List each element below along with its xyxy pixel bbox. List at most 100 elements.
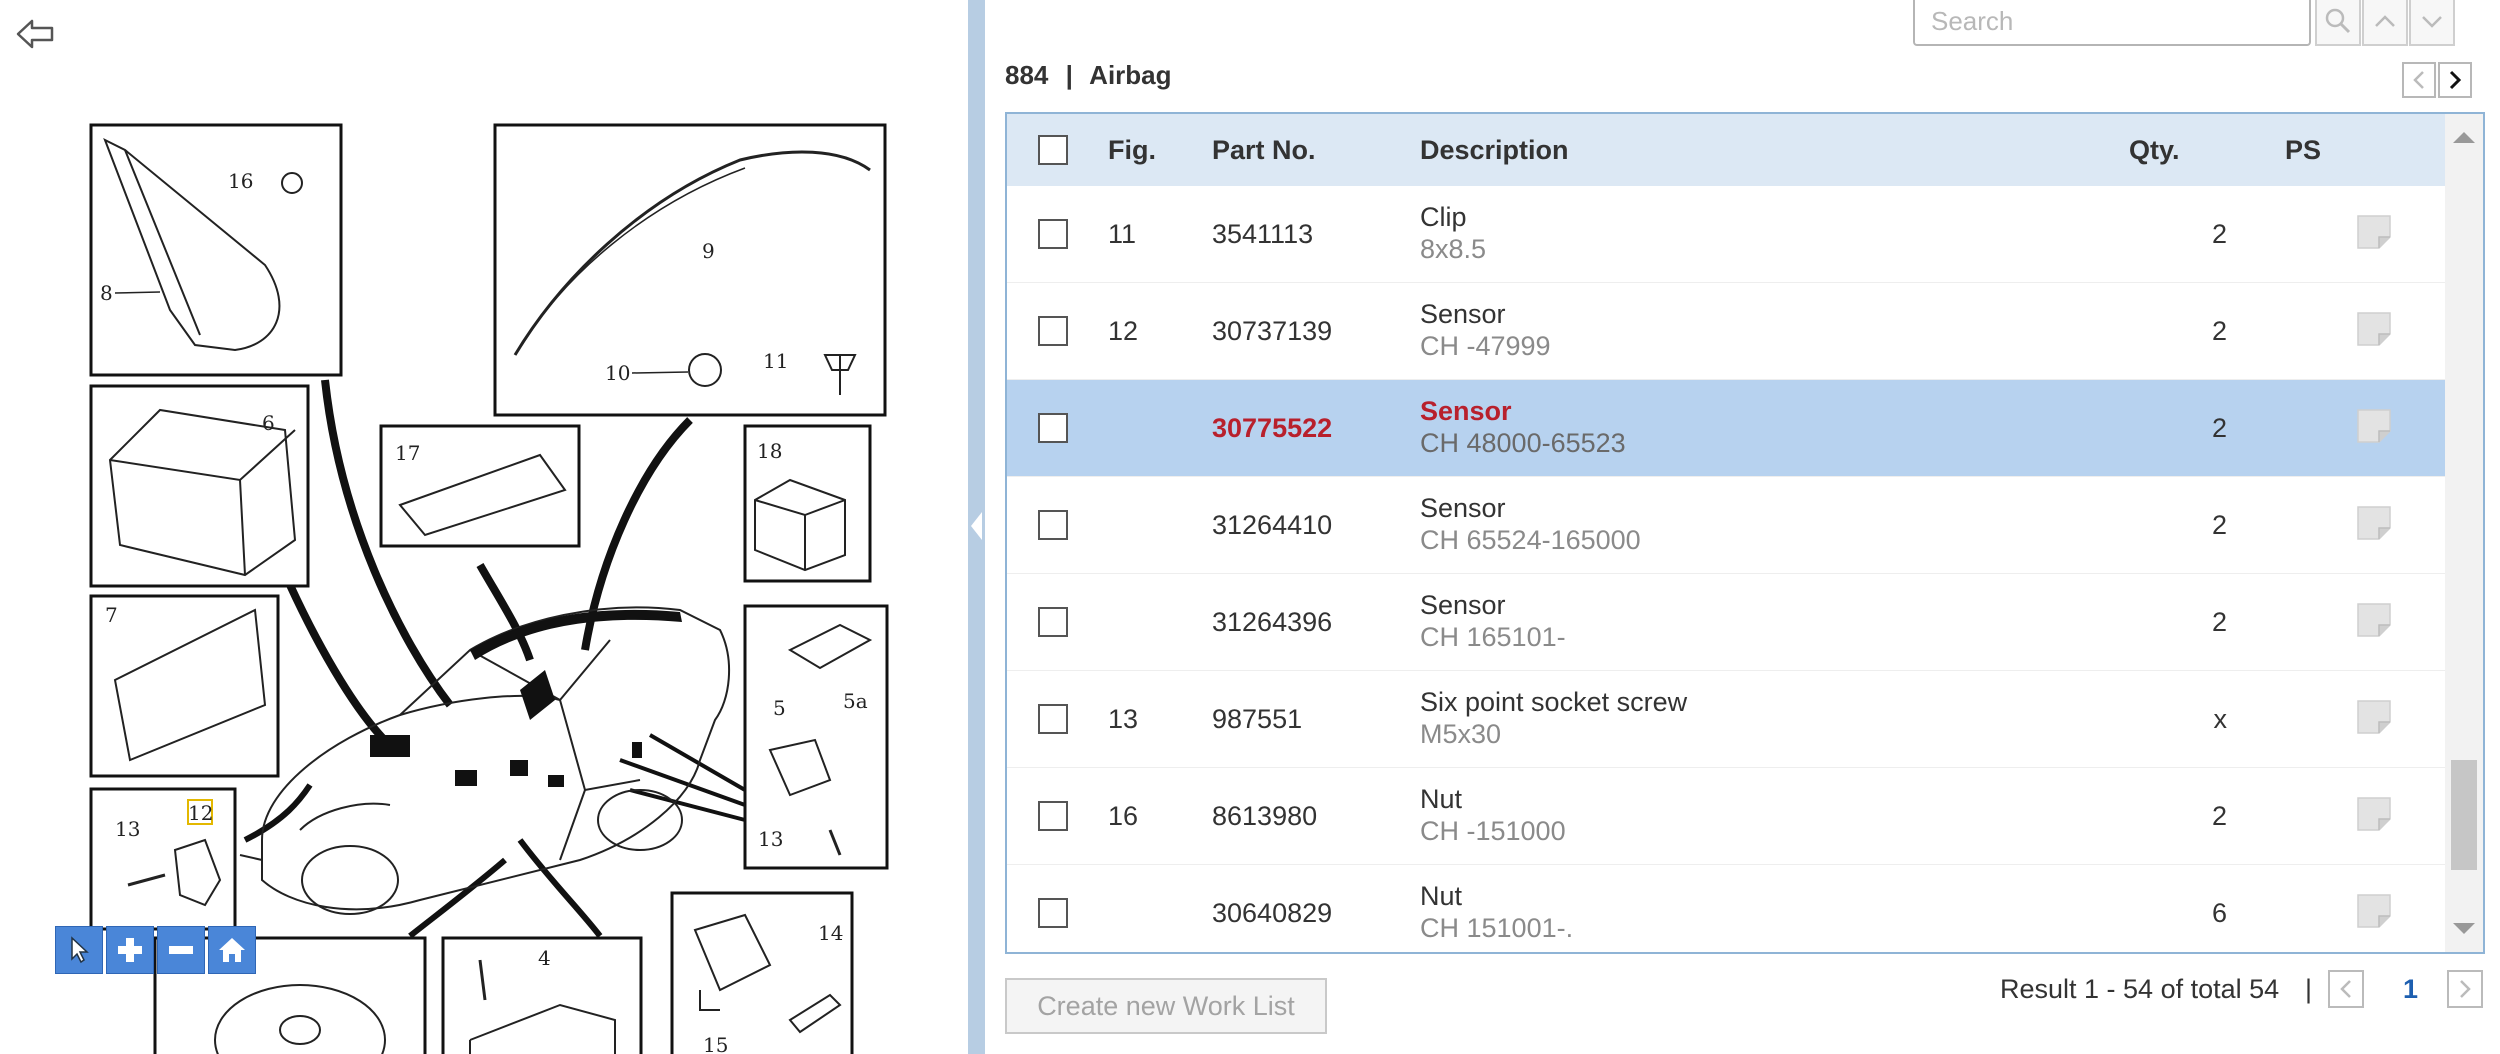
note-icon[interactable] [2355,504,2393,542]
row-checkbox[interactable] [1038,316,1068,346]
chevron-up-icon [2375,15,2395,27]
fig-label-13b: 13 [758,827,783,851]
row-description-detail: CH 165101- [1420,622,1566,652]
row-checkbox[interactable] [1038,704,1068,734]
zoom-out-button[interactable] [157,926,205,974]
fig-label-12: 12 [188,801,213,825]
part-box-6: 6 [89,384,310,588]
previous-page-button[interactable] [2328,970,2364,1008]
table-scrollbar[interactable] [2445,114,2483,952]
search-prev-button[interactable] [2362,0,2408,46]
part-box-8-16: 16 8 [89,123,343,377]
row-qty: 2 [2211,607,2227,637]
note-icon[interactable] [2355,310,2393,348]
title-separator: | [1065,60,1073,90]
row-part-number[interactable]: 30775522 [1212,413,1332,444]
row-description: Sensor [1420,299,1506,329]
table-row[interactable]: 11 3541113 Clip 8x8.5 2 [1007,186,2447,283]
row-part-number[interactable]: 3541113 [1212,219,1313,250]
collapse-left-icon[interactable] [971,512,982,540]
note-icon[interactable] [2355,601,2393,639]
row-part-number[interactable]: 987551 [1212,704,1302,735]
table-row[interactable]: 12 30737139 Sensor CH -47999 2 [1007,283,2447,380]
row-part-number[interactable]: 31264396 [1212,607,1332,638]
column-header-ps[interactable]: PS [2285,114,2321,186]
part-box-7: 7 [89,594,280,778]
row-qty: 2 [2211,510,2227,540]
fig-label-4: 4 [538,946,551,970]
scroll-down-icon[interactable] [2453,923,2475,934]
part-box-14-15: 14 15 [670,891,854,1054]
search-icon [2325,8,2351,34]
table-header: Fig. Part No. Description Qty. PS [1007,114,2447,186]
row-description: Nut [1420,881,1463,911]
table-row[interactable]: 16 8613980 Nut CH -151000 2 [1007,768,2447,865]
row-checkbox[interactable] [1038,219,1068,249]
row-description-detail: M5x30 [1420,719,1502,749]
next-section-button[interactable] [2438,62,2472,98]
row-qty: 2 [2211,413,2227,443]
previous-section-button[interactable] [2402,62,2436,98]
row-description-detail: CH -151000 [1420,816,1566,846]
table-row[interactable]: 30640829 Nut CH 151001-. 6 [1007,865,2447,952]
note-icon[interactable] [2355,213,2393,251]
home-view-button[interactable] [208,926,256,974]
row-checkbox[interactable] [1038,607,1068,637]
row-checkbox[interactable] [1038,413,1068,443]
home-icon [219,938,245,962]
back-button[interactable] [14,16,58,52]
fig-label-5: 5 [773,696,786,720]
part-box-9-10-11: 9 10 11 [493,123,887,417]
note-icon[interactable] [2355,892,2393,930]
column-header-description[interactable]: Description [1420,114,1569,186]
row-description-detail: CH -47999 [1420,331,1551,361]
fig-label-14: 14 [818,921,843,945]
scroll-thumb[interactable] [2451,760,2477,870]
table-row[interactable]: 30775522 Sensor CH 48000-65523 2 [1007,380,2447,477]
row-description: Sensor [1420,396,1512,426]
note-icon[interactable] [2355,698,2393,736]
row-fig: 11 [1108,219,1137,249]
pointer-tool-button[interactable] [55,926,103,974]
zoom-in-button[interactable] [106,926,154,974]
fig-label-9: 9 [702,239,715,263]
row-fig: 16 [1108,801,1139,831]
part-box-5-5a-13: 5 5a 13 [743,604,889,870]
fig-label-13: 13 [115,817,140,841]
table-row[interactable]: 31264396 Sensor CH 165101- 2 [1007,574,2447,671]
scroll-up-icon[interactable] [2453,132,2475,143]
column-header-fig[interactable]: Fig. [1108,114,1156,186]
column-header-qty[interactable]: Qty. [2129,114,2180,186]
note-icon[interactable] [2355,795,2393,833]
row-description-detail: CH 151001-. [1420,913,1574,943]
row-description: Sensor [1420,493,1506,523]
fig-label-15: 15 [703,1033,728,1054]
row-fig: 13 [1108,704,1139,734]
search-button[interactable] [2315,0,2361,46]
row-fig: 12 [1108,316,1139,346]
column-header-part-no[interactable]: Part No. [1212,114,1316,186]
select-all-checkbox[interactable] [1038,135,1068,165]
current-page-number[interactable]: 1 [2403,974,2418,1005]
create-work-list-button[interactable]: Create new Work List [1005,978,1327,1034]
row-checkbox[interactable] [1038,801,1068,831]
row-part-number[interactable]: 31264410 [1212,510,1332,541]
row-part-number[interactable]: 8613980 [1212,801,1317,832]
result-count: Result 1 - 54 of total 54 [2000,974,2280,1004]
row-part-number[interactable]: 30640829 [1212,898,1332,929]
row-qty: 6 [2211,898,2227,928]
pane-splitter[interactable] [968,0,985,1054]
exploded-diagram[interactable]: 16 8 6 7 13 12 9 10 11 17 18 5 5a 13 4 1… [0,0,968,1054]
part-box-4: 4 [441,936,643,1054]
row-part-number[interactable]: 30737139 [1212,316,1332,347]
fig-label-11: 11 [763,349,788,373]
next-page-button[interactable] [2447,970,2483,1008]
row-checkbox[interactable] [1038,510,1068,540]
table-row[interactable]: 13 987551 Six point socket screw M5x30 x [1007,671,2447,768]
search-input[interactable] [1913,0,2311,46]
table-row[interactable]: 31264410 Sensor CH 65524-165000 2 [1007,477,2447,574]
row-checkbox[interactable] [1038,898,1068,928]
note-icon[interactable] [2355,407,2393,445]
fig-label-5a: 5a [843,689,868,713]
search-next-button[interactable] [2409,0,2455,46]
